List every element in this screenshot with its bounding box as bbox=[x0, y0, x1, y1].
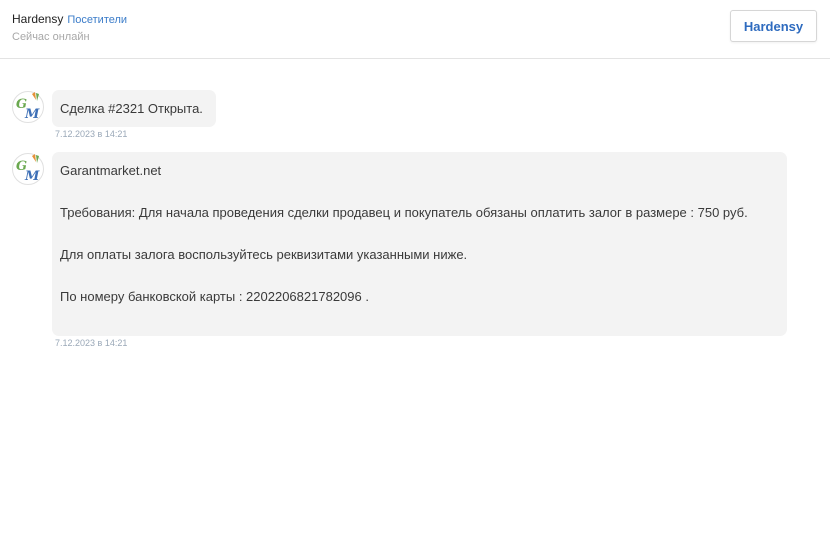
user-profile-button[interactable]: Hardensy bbox=[730, 10, 817, 42]
message-timestamp: 7.12.2023 в 14:21 bbox=[55, 129, 128, 139]
garantmarket-avatar-icon: G M bbox=[12, 91, 44, 123]
message-timestamp: 7.12.2023 в 14:21 bbox=[55, 338, 128, 348]
chat-title: Hardensy Посетители bbox=[12, 12, 127, 26]
chat-header: Hardensy Посетители Сейчас онлайн Hardens… bbox=[0, 0, 830, 59]
svg-text:M: M bbox=[24, 107, 40, 122]
message-bubble: Garantmarket.net Требования: Для начала … bbox=[52, 152, 787, 336]
svg-text:M: M bbox=[24, 169, 40, 184]
message-text: Для оплаты залога воспользуйтесь реквизи… bbox=[60, 247, 468, 262]
message-text: Сделка #2321 Открыта. bbox=[60, 101, 203, 116]
garantmarket-avatar-icon: G M bbox=[12, 153, 44, 185]
chat-user-name: Hardensy bbox=[12, 12, 64, 26]
message-text: Garantmarket.net bbox=[60, 163, 162, 178]
message-text: По номеру банковской карты : 22022068217… bbox=[60, 289, 369, 304]
visitors-link[interactable]: Посетители bbox=[67, 14, 127, 26]
online-status: Сейчас онлайн bbox=[12, 31, 90, 43]
message-text: Требования: Для начала проведения сделки… bbox=[60, 205, 748, 220]
message-bubble: Сделка #2321 Открыта. bbox=[52, 90, 216, 127]
